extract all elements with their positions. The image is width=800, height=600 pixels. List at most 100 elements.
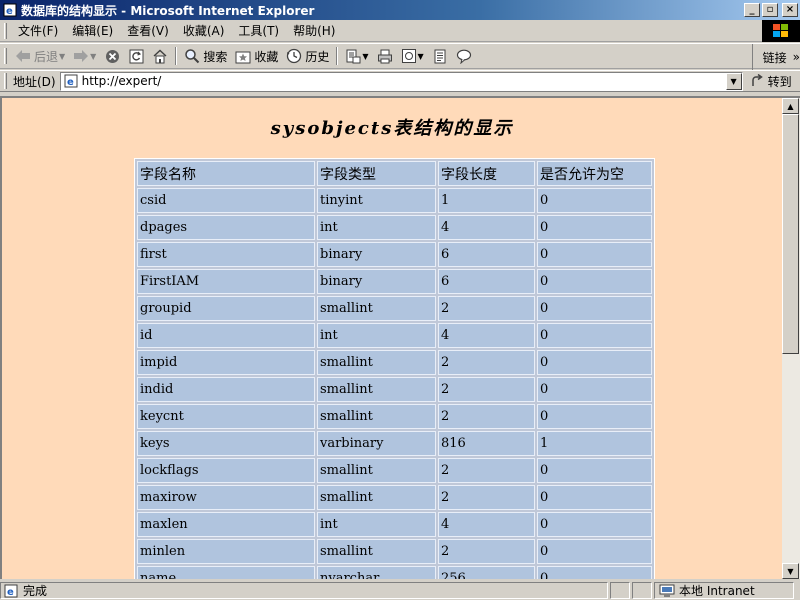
- cell-field-length: 4: [438, 512, 535, 537]
- restore-button[interactable]: ▫: [762, 3, 778, 17]
- table-row: lockflags smallint 2 0: [137, 458, 652, 483]
- cell-field-length: 2: [438, 458, 535, 483]
- address-input[interactable]: e http://expert/ ▼: [59, 71, 743, 91]
- history-button[interactable]: 历史: [282, 45, 333, 67]
- links-label[interactable]: 链接: [757, 49, 793, 66]
- cell-field-length: 6: [438, 242, 535, 267]
- standard-toolbar: 后退 ▼ ▼ 搜索 收藏 历史 ▼ ▼ 链接 »: [0, 43, 800, 70]
- cell-field-type: int: [317, 323, 436, 348]
- toolbar-grip[interactable]: [4, 73, 7, 89]
- table-row: first binary 6 0: [137, 242, 652, 267]
- cell-field-name: FirstIAM: [137, 269, 315, 294]
- cell-field-length: 1: [438, 188, 535, 213]
- home-button[interactable]: [148, 45, 172, 67]
- cell-field-length: 2: [438, 404, 535, 429]
- page-viewport: sysobjects表结构的显示 字段名称 字段类型 字段长度 是否允许为空 c…: [0, 96, 782, 579]
- table-row: keycnt smallint 2 0: [137, 404, 652, 429]
- toolbar-grip[interactable]: [4, 48, 7, 64]
- cell-field-length: 2: [438, 377, 535, 402]
- toolbar-separator: [336, 47, 339, 65]
- structure-table: 字段名称 字段类型 字段长度 是否允许为空 csid tinyint 1 0 dpag…: [134, 158, 655, 579]
- refresh-button[interactable]: [124, 45, 148, 67]
- menu-tools[interactable]: 工具(T): [231, 20, 286, 41]
- cell-field-type: smallint: [317, 377, 436, 402]
- favorites-button[interactable]: 收藏: [231, 45, 282, 67]
- ie-page-icon: e: [3, 583, 19, 599]
- cell-field-length: 256: [438, 566, 535, 579]
- cell-field-type: smallint: [317, 296, 436, 321]
- close-button[interactable]: ×: [782, 3, 798, 17]
- printer-icon: [377, 48, 393, 64]
- print-button[interactable]: [373, 45, 397, 67]
- table-row: indid smallint 2 0: [137, 377, 652, 402]
- table-row: dpages int 4 0: [137, 215, 652, 240]
- cell-field-name: first: [137, 242, 315, 267]
- cell-nullable: 0: [537, 377, 652, 402]
- chevron-down-icon[interactable]: ▼: [59, 52, 65, 61]
- title-bar: e 数据库的结构显示 - Microsoft Internet Explorer…: [0, 0, 800, 20]
- cell-field-type: nvarchar: [317, 566, 436, 579]
- scroll-down-icon[interactable]: ▼: [782, 563, 799, 579]
- cell-nullable: 0: [537, 323, 652, 348]
- back-arrow-icon: [15, 48, 31, 64]
- cell-field-length: 2: [438, 296, 535, 321]
- table-row: keys varbinary 816 1: [137, 431, 652, 456]
- mail-button[interactable]: ▼: [341, 45, 372, 67]
- chevron-down-icon[interactable]: ▼: [418, 52, 424, 61]
- status-bar: e 完成 本地 Intranet: [0, 581, 800, 600]
- chevron-down-icon[interactable]: ▼: [362, 52, 368, 61]
- edit-page-icon: [401, 48, 417, 64]
- home-icon: [152, 48, 168, 64]
- chevron-right-icon[interactable]: »: [793, 50, 800, 64]
- vertical-scrollbar[interactable]: ▲ ▼: [782, 96, 800, 579]
- cell-field-name: keys: [137, 431, 315, 456]
- scroll-up-icon[interactable]: ▲: [782, 98, 799, 114]
- toolbar-separator: [175, 47, 178, 65]
- cell-field-name: maxirow: [137, 485, 315, 510]
- toolbar-grip[interactable]: [4, 22, 7, 39]
- menu-bar: 文件(F) 编辑(E) 查看(V) 收藏(A) 工具(T) 帮助(H): [0, 20, 800, 42]
- cell-field-name: indid: [137, 377, 315, 402]
- back-label: 后退: [34, 49, 59, 64]
- back-button[interactable]: 后退 ▼: [11, 45, 69, 67]
- discuss-button[interactable]: [428, 45, 452, 67]
- svg-text:e: e: [7, 587, 14, 598]
- menu-file[interactable]: 文件(F): [11, 20, 65, 41]
- cell-nullable: 1: [537, 431, 652, 456]
- messenger-button[interactable]: [452, 45, 476, 67]
- cell-nullable: 0: [537, 539, 652, 564]
- cell-field-name: groupid: [137, 296, 315, 321]
- cell-field-type: int: [317, 215, 436, 240]
- links-toolbar: 链接 »: [751, 44, 800, 70]
- table-header-row: 字段名称 字段类型 字段长度 是否允许为空: [137, 161, 652, 186]
- cell-field-length: 4: [438, 215, 535, 240]
- chevron-down-icon[interactable]: ▼: [725, 72, 742, 90]
- cell-nullable: 0: [537, 269, 652, 294]
- scrollbar-thumb[interactable]: [782, 114, 799, 354]
- chevron-down-icon[interactable]: ▼: [90, 52, 96, 61]
- address-bar: 地址(D) e http://expert/ ▼ 转到: [0, 70, 800, 92]
- go-button[interactable]: 转到: [743, 73, 798, 90]
- cell-nullable: 0: [537, 458, 652, 483]
- cell-nullable: 0: [537, 404, 652, 429]
- menu-edit[interactable]: 编辑(E): [65, 20, 120, 41]
- stop-button[interactable]: [100, 45, 124, 67]
- search-button[interactable]: 搜索: [180, 45, 231, 67]
- menu-help[interactable]: 帮助(H): [286, 20, 342, 41]
- edit-button[interactable]: ▼: [397, 45, 428, 67]
- table-row: minlen smallint 2 0: [137, 539, 652, 564]
- table-row: impid smallint 2 0: [137, 350, 652, 375]
- cell-field-name: name: [137, 566, 315, 579]
- forward-button[interactable]: ▼: [69, 45, 100, 67]
- menu-view[interactable]: 查看(V): [120, 20, 176, 41]
- cell-nullable: 0: [537, 215, 652, 240]
- cell-field-length: 2: [438, 539, 535, 564]
- cell-field-type: smallint: [317, 485, 436, 510]
- svg-text:e: e: [67, 77, 74, 88]
- minimize-button[interactable]: _: [744, 3, 760, 17]
- status-text: 完成: [23, 584, 48, 598]
- menu-favorites[interactable]: 收藏(A): [176, 20, 232, 41]
- mail-icon: [345, 48, 361, 64]
- address-url[interactable]: http://expert/: [82, 74, 726, 88]
- status-security-cell: [632, 582, 652, 599]
